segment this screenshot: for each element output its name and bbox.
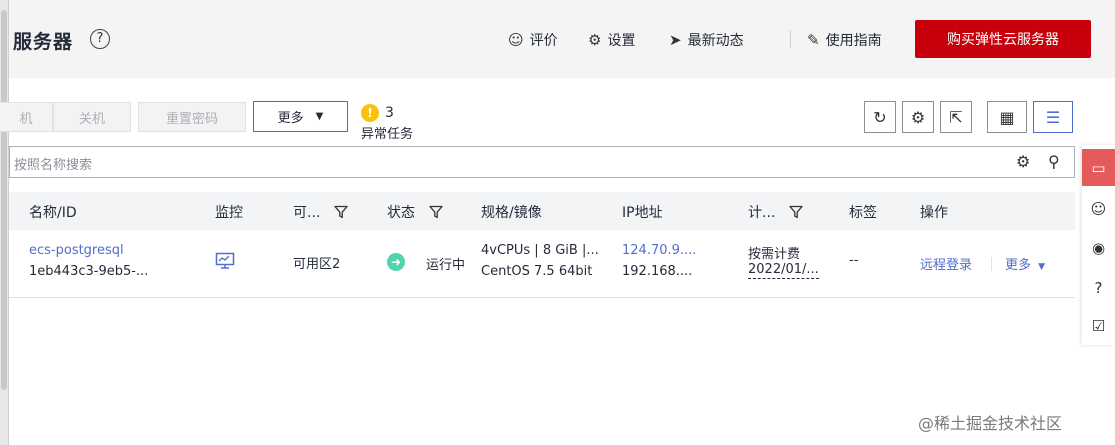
col-billing[interactable]: 计... [748,202,804,222]
shutdown-button[interactable]: 关机 [53,102,131,132]
grid-icon: ▦ [999,107,1015,127]
tag-value: -- [849,253,859,268]
feedback-label: 评价 [529,33,558,49]
op-divider [991,257,992,271]
question-icon: ? [1094,278,1103,297]
export-button[interactable]: ⇱ [940,101,972,133]
caret-down-icon: ▼ [315,111,324,122]
col-spec-image: 规格/镜像 [481,205,542,221]
filter-icon[interactable] [334,205,349,219]
settings-button[interactable]: ⚙ [902,101,934,133]
reset-password-button[interactable]: 重置密码 [138,102,246,132]
support-button[interactable]: ◉ [1082,229,1115,266]
main-content: 机 关机 重置密码 更多 ▼ ! 3 异常任务 ↻ ⚙ ⇱ ▦ ☰ 按照名称搜索… [0,78,1075,445]
public-ip[interactable]: 124.70.9.... [622,243,696,258]
spec-text: 4vCPUs | 8 GiB |... [481,243,599,258]
page-title: 服务器 [13,31,74,53]
col-monitor: 监控 [215,205,243,221]
col-ip-address: IP地址 [622,205,663,221]
refresh-button[interactable]: ↻ [864,101,896,133]
edit-icon: ☑ [1091,316,1106,335]
col-status[interactable]: 状态 [387,202,443,222]
edit-doc-icon: ✎ [807,31,820,49]
latest-news-link[interactable]: ➤ 最新动态 [669,30,744,50]
more-actions-label: 更多 [277,111,304,126]
col-zone[interactable]: 可... [293,202,349,222]
list-icon: ☰ [1045,107,1061,127]
row-more-dropdown[interactable]: 更多 ▼ [1005,254,1045,273]
table-row: ecs-postgresql 1eb443c3-9eb5-... 可用区2 ➜ … [9,230,1075,298]
smile-icon: ☺ [508,31,524,49]
grid-view-button[interactable]: ▦ [987,101,1027,133]
availability-zone: 可用区2 [293,257,341,272]
monitor-icon[interactable] [215,252,235,270]
user-guide-link[interactable]: ✎ 使用指南 [807,30,882,50]
filter-settings-icon[interactable]: ⚙ [1016,152,1030,171]
feedback-link[interactable]: ☺ 评价 [508,30,558,50]
headset-icon: ◉ [1091,238,1106,257]
remote-login-link[interactable]: 远程登录 [920,254,972,273]
filter-icon[interactable] [789,205,804,219]
instance-id: 1eb443c3-9eb5-... [29,264,149,279]
col-name-id[interactable]: 名称/ID [29,202,77,222]
send-icon: ➤ [669,31,682,49]
filter-icon[interactable] [429,205,443,219]
export-icon: ⇱ [949,107,963,127]
more-actions-dropdown[interactable]: 更多 ▼ [253,101,348,132]
instance-name-link[interactable]: ecs-postgresql [29,243,124,258]
billing-mode: 按需计费 [748,247,801,262]
gear-icon: ⚙ [588,31,602,49]
col-operation: 操作 [920,205,948,221]
billing-date[interactable]: 2022/01/... [748,262,819,279]
status-text: 运行中 [426,258,466,273]
running-status-icon: ➜ [387,253,405,271]
buy-ecs-button[interactable]: 购买弹性云服务器 [915,20,1091,58]
search-icon[interactable]: ⚲ [1048,152,1060,171]
abnormal-task-label: 异常任务 [361,127,414,142]
notes-button[interactable]: ☑ [1082,307,1115,344]
chat-icon: ▭ [1091,158,1106,177]
image-text: CentOS 7.5 64bit [481,264,593,279]
abnormal-task-count: 3 [385,105,394,121]
list-view-button[interactable]: ☰ [1033,101,1073,133]
chat-button[interactable]: ▭ [1082,149,1115,186]
help-button[interactable]: ? [1082,269,1115,306]
private-ip: 192.168.... [622,264,693,279]
scrollbar-thumb[interactable] [1,10,7,390]
floating-toolbar: ▭ ☺ ◉ ? ☑ [1082,145,1115,345]
help-icon[interactable]: ? [90,29,110,49]
user-guide-label: 使用指南 [825,33,882,49]
refresh-icon: ↻ [873,107,887,127]
gear-icon: ⚙ [910,107,926,127]
header-divider [790,30,791,48]
search-placeholder: 按照名称搜索 [14,158,93,173]
smile-icon: ☺ [1090,199,1107,218]
latest-news-label: 最新动态 [687,33,744,49]
col-tag: 标签 [849,205,877,221]
settings-label: 设置 [607,33,636,49]
scrollbar[interactable] [0,0,9,445]
feedback-button[interactable]: ☺ [1082,190,1115,227]
instance-panel: 机 关机 重置密码 更多 ▼ ! 3 异常任务 ↻ ⚙ ⇱ ▦ ☰ 按照名称搜索… [0,78,1075,445]
warning-icon: ! [361,104,379,122]
table-header: 名称/ID 监控 可... 状态 规格/镜像 IP地址 计... 标签 操作 [9,192,1075,230]
boot-button[interactable]: 机 [0,102,53,132]
settings-link[interactable]: ⚙ 设置 [588,30,635,50]
page-header: 服务器 ? ☺ 评价 ⚙ 设置 ➤ 最新动态 ✎ 使用指南 购买弹性云服务器 [9,0,1115,78]
watermark: @稀土掘金技术社区 [918,414,1063,433]
search-input[interactable]: 按照名称搜索 ⚙ ⚲ [9,146,1075,178]
caret-down-icon: ▼ [1038,262,1046,272]
